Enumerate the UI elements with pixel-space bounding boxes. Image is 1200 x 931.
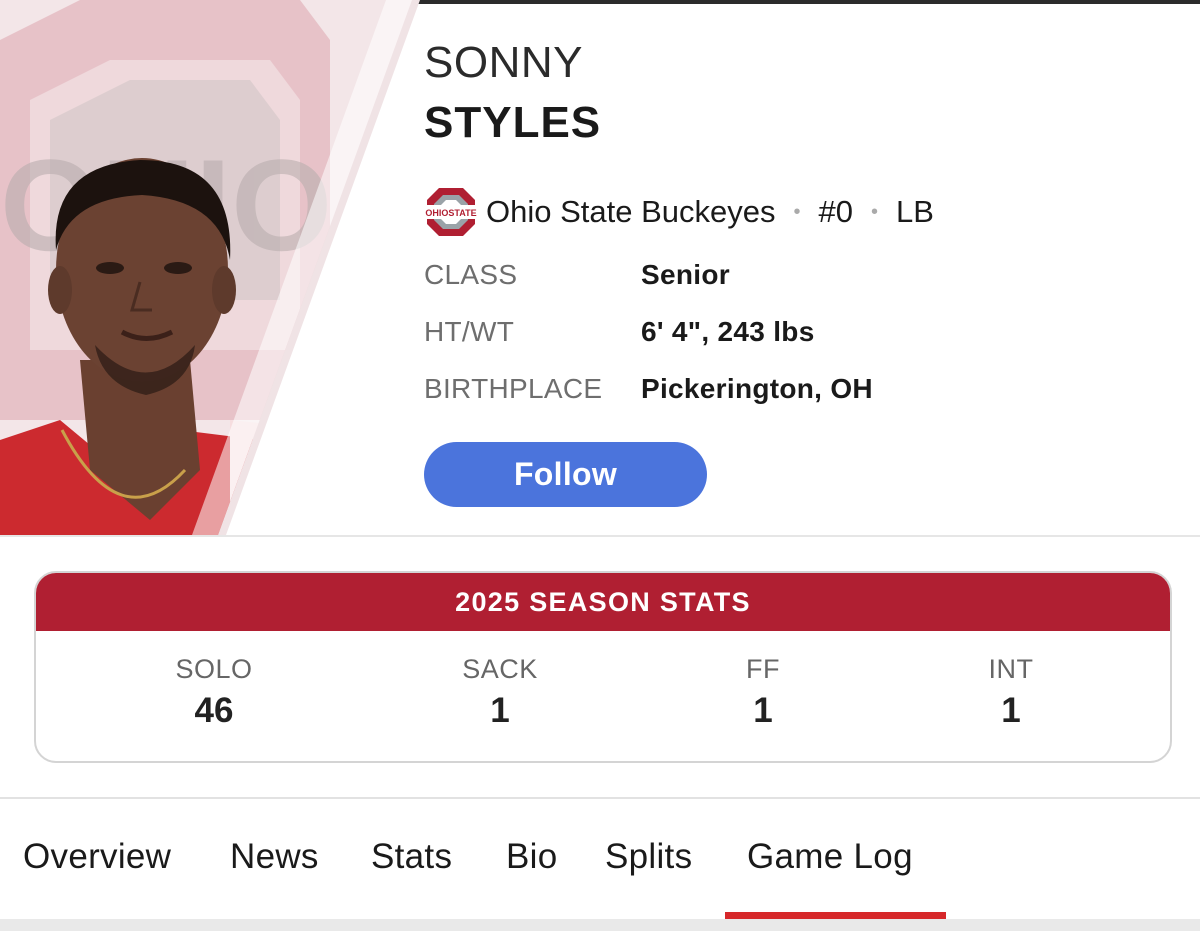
height-weight-row: HT/WT 6' 4", 243 lbs: [424, 316, 815, 348]
stat-label: FF: [746, 654, 780, 684]
birthplace-row: BIRTHPLACE Pickerington, OH: [424, 373, 873, 405]
jersey-number: #0: [818, 194, 853, 229]
stat-solo: SOLO 46: [114, 653, 314, 731]
stat-label: SACK: [462, 654, 538, 684]
stat-value: 1: [753, 691, 773, 730]
player-info: SONNY STYLES OHIOSTATE Ohio State Buckey…: [424, 38, 1184, 507]
stat-label: INT: [988, 654, 1034, 684]
height-weight-value: 6' 4", 243 lbs: [641, 316, 815, 347]
stat-sack: SACK 1: [400, 653, 600, 731]
separator-dot: •: [871, 200, 879, 223]
stat-value: 1: [490, 691, 510, 730]
class-label: CLASS: [424, 259, 518, 290]
player-first-name: SONNY: [424, 38, 583, 87]
class-value: Senior: [641, 259, 730, 290]
active-tab-indicator: [725, 912, 946, 919]
tab-stats[interactable]: Stats: [371, 837, 452, 877]
svg-text:OHIOSTATE: OHIOSTATE: [425, 208, 476, 218]
player-last-name: STYLES: [424, 98, 602, 147]
player-tabs: Overview News Stats Bio Splits Game Log: [0, 799, 1200, 921]
class-row: CLASS Senior: [424, 259, 730, 291]
stat-ff: FF 1: [663, 653, 863, 731]
stat-value: 1: [1001, 691, 1021, 730]
team-line: OHIOSTATE Ohio State Buckeyes • #0 • LB: [424, 186, 1184, 238]
birthplace-label: BIRTHPLACE: [424, 373, 603, 404]
season-stats-title: 2025 SEASON STATS: [36, 573, 1170, 631]
follow-button[interactable]: Follow: [424, 442, 707, 507]
bottom-shade: [0, 919, 1200, 931]
player-header: OHIO: [0, 0, 1200, 535]
player-headshot: OHIO: [0, 0, 420, 535]
tab-overview[interactable]: Overview: [23, 837, 171, 877]
tab-splits[interactable]: Splits: [605, 837, 692, 877]
tab-news[interactable]: News: [230, 837, 319, 877]
height-weight-label: HT/WT: [424, 316, 515, 347]
stat-value: 46: [194, 691, 234, 730]
stat-int: INT 1: [911, 653, 1111, 731]
stat-label: SOLO: [175, 654, 253, 684]
headshot-image: OHIO: [0, 0, 420, 535]
ohio-state-logo-icon[interactable]: OHIOSTATE: [424, 185, 478, 239]
tab-game-log[interactable]: Game Log: [747, 837, 913, 877]
season-stats-card: 2025 SEASON STATS SOLO 46 SACK 1 FF 1 IN…: [34, 571, 1172, 763]
separator-dot: •: [793, 200, 801, 223]
player-position: LB: [896, 194, 934, 229]
team-name-link[interactable]: Ohio State Buckeyes: [486, 194, 776, 230]
birthplace-value: Pickerington, OH: [641, 373, 873, 404]
divider: [0, 535, 1200, 537]
tab-bio[interactable]: Bio: [506, 837, 558, 877]
